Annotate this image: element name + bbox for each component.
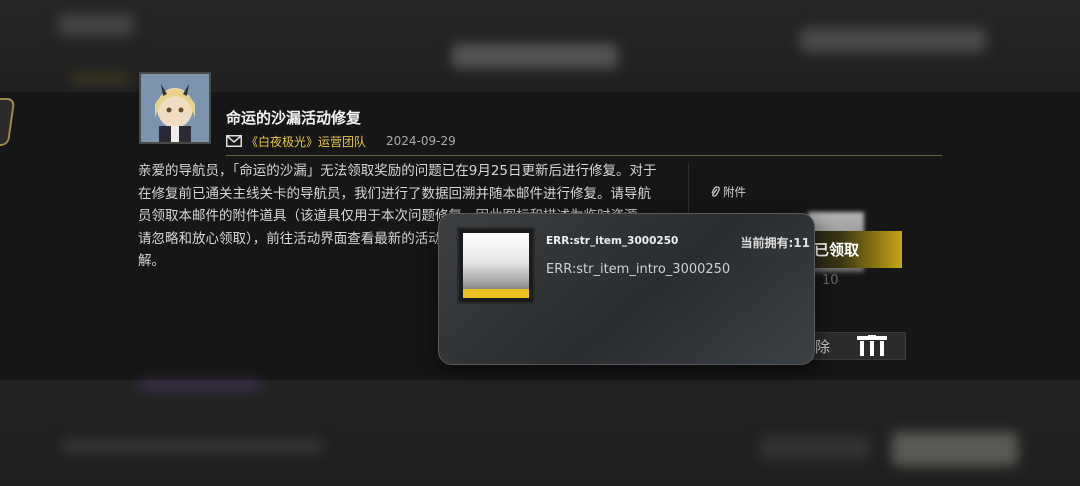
claimed-label: 已领取 <box>814 241 860 259</box>
delete-button[interactable]: 除 <box>800 332 906 360</box>
item-name: ERR:str_item_3000250 <box>546 235 679 247</box>
mail-date: 2024-09-29 <box>386 134 456 148</box>
sender-name: 《白夜极光》运营团队 <box>246 134 367 149</box>
blurred-header-element <box>58 14 134 36</box>
item-rarity-bar <box>463 289 529 298</box>
envelope-icon <box>226 135 242 147</box>
trash-icon <box>857 335 887 356</box>
item-tooltip: ERR:str_item_3000250 当前拥有:11 ERR:str_ite… <box>438 213 815 365</box>
attachment-label: 附件 <box>723 185 746 199</box>
sender-avatar <box>139 72 211 144</box>
sender-row: 《白夜极光》运营团队 2024-09-29 <box>226 133 456 149</box>
paperclip-icon <box>711 186 720 197</box>
mail-title: 命运的沙漏活动修复 <box>226 109 362 127</box>
blurred-footer-button[interactable] <box>892 432 1018 466</box>
blurred-header-element <box>800 28 986 52</box>
owned-count: 当前拥有:11 <box>740 236 811 250</box>
blurred-footer-button[interactable] <box>760 436 870 460</box>
attachment-header: 附件 <box>710 184 746 200</box>
blurred-footer-element <box>62 440 322 452</box>
attachment-count: 10 <box>822 273 839 288</box>
blurred-header-element <box>452 44 618 68</box>
item-icon <box>457 227 535 304</box>
delete-label: 除 <box>815 337 831 356</box>
blurred-header-element <box>70 72 130 84</box>
claimed-banner: 已领取 <box>800 231 902 268</box>
item-intro: ERR:str_item_intro_3000250 <box>546 262 731 277</box>
blurred-footer-element <box>140 382 260 388</box>
title-divider <box>226 155 942 156</box>
